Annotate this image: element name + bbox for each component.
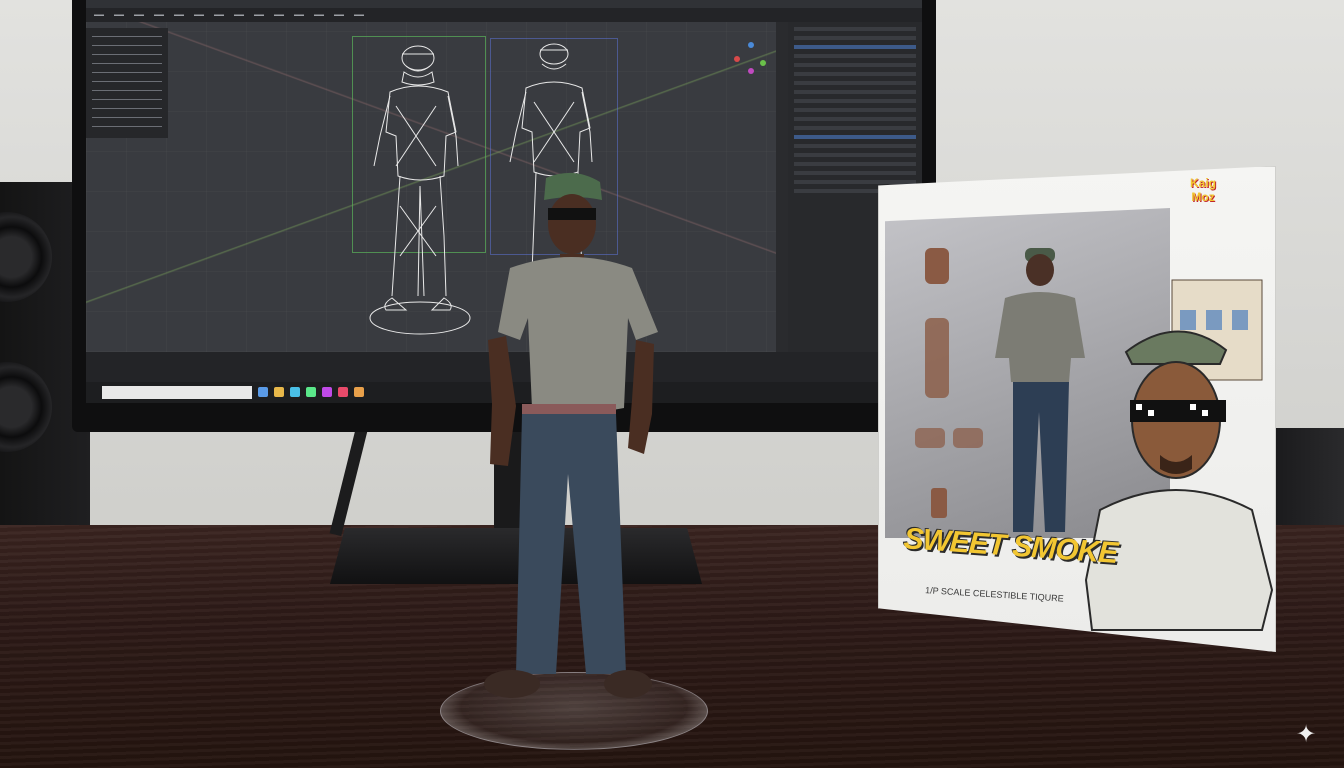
taskbar-app-icon	[338, 387, 348, 397]
tool-settings-panel	[86, 28, 168, 138]
taskbar-app-icon	[258, 387, 268, 397]
taskbar-app-icon	[290, 387, 300, 397]
box-brand-logo: Kaig Moz	[1189, 176, 1216, 204]
taskbar-app-icon	[274, 387, 284, 397]
sparkle-icon: ✦	[1296, 721, 1317, 748]
taskbar-app-icon	[306, 387, 316, 397]
speaker-woofer-top	[0, 212, 52, 302]
taskbar-app-icon	[322, 387, 332, 397]
box-character-illustration	[1084, 279, 1274, 631]
wireframe-figure-left	[369, 45, 471, 335]
taskbar-search-box	[102, 386, 252, 399]
viewport-toolbar	[776, 22, 788, 352]
photo-scene: ▬▬ ▬▬ ▬▬ ▬▬ ▬▬ ▬▬ ▬▬ ▬▬ ▬▬ ▬▬ ▬▬ ▬▬ ▬▬ ▬▬	[0, 0, 1344, 768]
speaker-woofer-bottom	[0, 362, 52, 452]
navigation-gizmo	[734, 42, 768, 76]
taskbar-icons	[258, 387, 364, 397]
editor-menubar: ▬▬ ▬▬ ▬▬ ▬▬ ▬▬ ▬▬ ▬▬ ▬▬ ▬▬ ▬▬ ▬▬ ▬▬ ▬▬ ▬▬	[86, 8, 922, 22]
taskbar-app-icon	[354, 387, 364, 397]
physical-figure	[484, 172, 658, 698]
3d-viewport	[86, 22, 776, 352]
